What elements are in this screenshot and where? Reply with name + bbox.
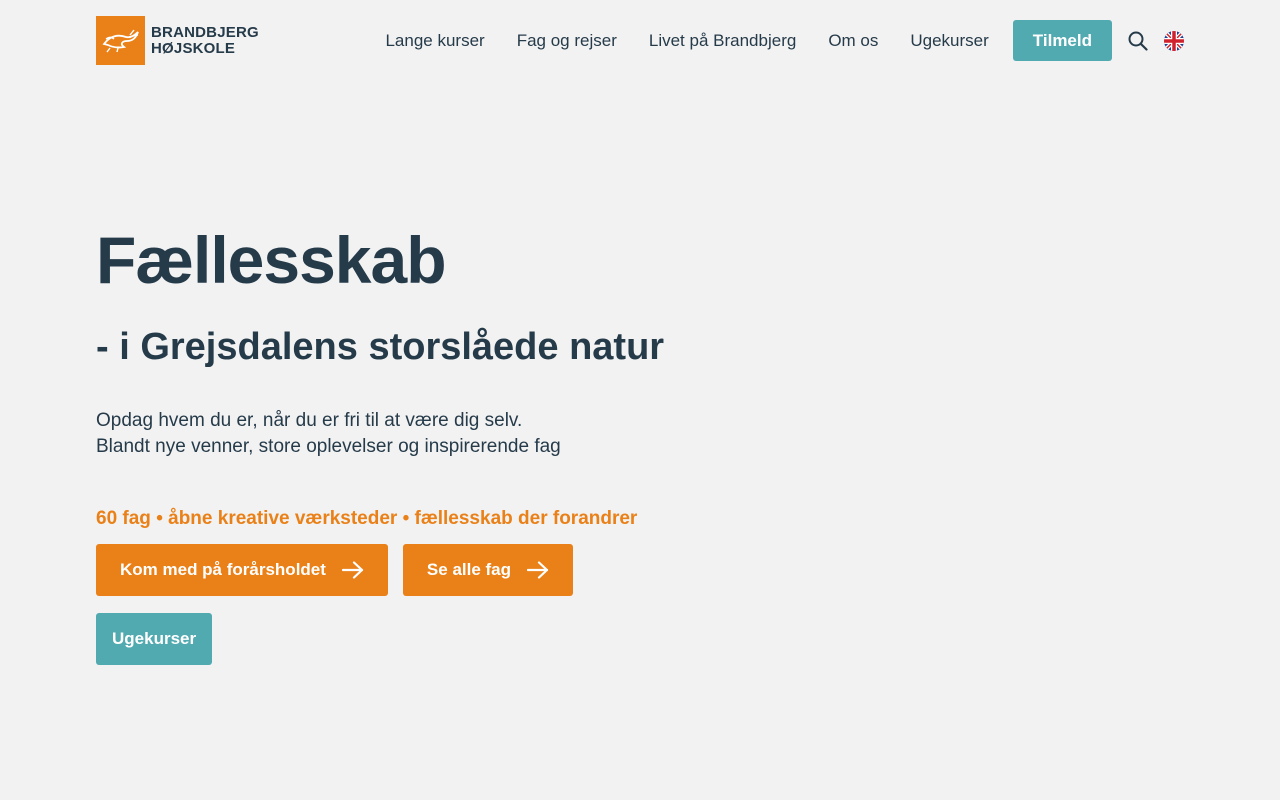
site-logo[interactable]: BRANDBJERG HØJSKOLE (96, 16, 259, 65)
hero-description-line-2: Blandt nye venner, store oplevelser og i… (96, 436, 561, 457)
hero-button-row: Kom med på forårsholdet Se alle fag (96, 544, 588, 596)
nav-item-om-os[interactable]: Om os (828, 31, 878, 51)
nav-item-ugekurser[interactable]: Ugekurser (910, 31, 988, 51)
hero-description: Opdag hvem du er, når du er fri til at v… (96, 408, 896, 460)
nav-item-lange-kurser[interactable]: Lange kurser (385, 31, 484, 51)
search-icon[interactable] (1128, 31, 1148, 51)
hero-title: Fællesskab (96, 223, 447, 297)
nav-item-livet-paa-brandbjerg[interactable]: Livet på Brandbjerg (649, 31, 796, 51)
hero-tagline: 60 fag • åbne kreative værksteder • fæll… (96, 508, 638, 529)
week-courses-button[interactable]: Ugekurser (96, 613, 213, 665)
all-subjects-button[interactable]: Se alle fag (402, 544, 574, 596)
spring-team-button[interactable]: Kom med på forårsholdet (96, 544, 388, 596)
all-subjects-button-label: Se alle fag (426, 560, 512, 579)
logo-line-2: HØJSKOLE (151, 39, 236, 57)
signup-button[interactable]: Tilmeld (1012, 20, 1112, 61)
arrow-right-icon (341, 561, 364, 579)
hero-subtitle: - i Grejsdalens storslåede natur (96, 326, 665, 368)
spring-team-button-label: Kom med på forårsholdet (120, 560, 326, 579)
main-navigation: Lange kurser Fag og rejser Livet på Bran… (385, 20, 1184, 61)
nav-item-fag-og-rejser[interactable]: Fag og rejser (517, 31, 617, 51)
uk-flag-icon[interactable] (1164, 30, 1184, 51)
logo-wordmark: BRANDBJERG HØJSKOLE (151, 23, 259, 57)
hero-section: Fællesskab - i Grejsdalens storslåede na… (96, 222, 896, 460)
arrow-right-icon (527, 561, 549, 579)
site-header: BRANDBJERG HØJSKOLE Lange kurser Fag og … (0, 0, 1280, 80)
dragon-logo-icon (96, 16, 145, 65)
hero-description-line-1: Opdag hvem du er, når du er fri til at v… (96, 410, 523, 431)
logo-line-1: BRANDBJERG (151, 23, 259, 41)
